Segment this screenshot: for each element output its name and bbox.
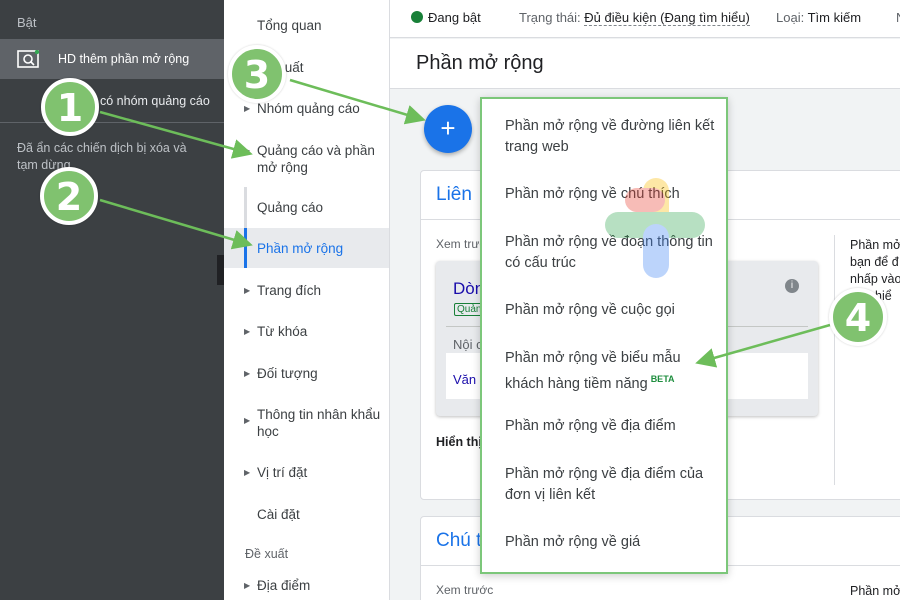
nav-item-label: Vị trí đặt	[257, 465, 308, 480]
nav-item-overview[interactable]: Tổng quan	[224, 17, 389, 37]
card-title: Liên	[436, 184, 472, 205]
type-value: Tìm kiếm	[807, 10, 862, 25]
nav-item-adgroups[interactable]: ▶ Nhóm quảng cáo	[224, 100, 389, 120]
caret-right-icon: ▶	[244, 581, 251, 590]
nav-item-extensions[interactable]: Phần mở rộng	[224, 228, 389, 268]
nav-active-bar	[244, 228, 247, 268]
preview-label: Xem trước	[436, 583, 494, 597]
card-title: Chú t	[436, 530, 482, 551]
menu-item-callout[interactable]: Phần mở rộng về chú thích	[505, 184, 720, 205]
nav-indent-bar	[244, 187, 247, 229]
campaign-item-label: HD thêm phần mở rộng	[58, 52, 190, 66]
menu-item-structured-snippet[interactable]: Phần mở rộng về đoạn thông tin có cấu tr…	[505, 232, 720, 274]
status-text: Trạng thái: Đủ điều kiện (Đang tìm hiểu)	[519, 10, 750, 26]
campaign-status-bar: Đang bật Trạng thái: Đủ điều kiện (Đang …	[390, 0, 900, 38]
nav-item-label: Cài đặt	[257, 507, 300, 522]
status-label: Trạng thái:	[519, 10, 581, 25]
step-callout-2: 2	[40, 167, 98, 225]
nav-item-label: Trang đích	[257, 283, 322, 298]
extension-type-menu: Phần mở rộng về đường liên kết trang web…	[480, 97, 728, 574]
campaign-sidebar: Bật HD thêm phần mở rộng có nhóm quảng c…	[0, 0, 224, 600]
step-callout-3: 3	[228, 45, 286, 103]
info-icon[interactable]: i	[785, 279, 799, 293]
caret-right-icon: ▶	[244, 104, 251, 113]
menu-item-price[interactable]: Phần mở rộng về giá	[505, 532, 720, 553]
page-title: Phần mở rộng	[416, 52, 544, 74]
hidden-campaigns-note: Đã ẩn các chiến dịch bị xóa và tạm dừng	[17, 141, 187, 172]
menu-item-label: Phần mở rộng về cuộc gọi	[505, 302, 675, 318]
adgroup-sub-item[interactable]: có nhóm quảng cáo	[100, 94, 210, 108]
section-label: Bật	[17, 15, 37, 30]
ad-description: Nội c	[453, 337, 483, 352]
add-extension-button[interactable]: +	[424, 105, 472, 153]
nav-item-label: Thông tin nhân khẩu học	[257, 407, 381, 439]
more-text: N	[896, 10, 900, 25]
search-campaign-icon	[17, 50, 39, 68]
sitelink-text[interactable]: Văn	[453, 372, 476, 387]
nav-item-placements[interactable]: ▶ Vị trí đặt	[224, 464, 389, 484]
type-label: Loại:	[776, 10, 805, 25]
menu-item-label: Phần mở rộng về đường liên kết trang web	[505, 118, 715, 155]
nav-item-label: Nhóm quảng cáo	[257, 101, 360, 116]
status-dot-icon	[411, 11, 423, 23]
nav-item-label: Đối tượng	[257, 366, 318, 381]
campaign-item-active[interactable]: HD thêm phần mở rộng	[0, 39, 224, 79]
menu-item-label: Phần mở rộng về giá	[505, 534, 641, 550]
menu-item-location[interactable]: Phần mở rộng về địa điểm	[505, 416, 720, 437]
menu-item-sitelink[interactable]: Phần mở rộng về đường liên kết trang web	[505, 116, 720, 158]
menu-item-lead-form[interactable]: Phần mở rộng về biểu mẫu khách hàng tiềm…	[505, 348, 720, 395]
status-enabled[interactable]: Đang bật	[428, 10, 481, 25]
plus-icon: +	[440, 113, 456, 143]
nav-item-ads-extensions[interactable]: ▶ Quảng cáo và phần mở rộng	[224, 142, 389, 178]
caret-right-icon: ▶	[244, 369, 251, 378]
caret-down-icon: ▶	[244, 146, 251, 155]
nav-item-keywords[interactable]: ▶ Từ khóa	[224, 323, 389, 343]
caret-right-icon: ▶	[244, 416, 251, 425]
nav-item-audiences[interactable]: ▶ Đối tượng	[224, 365, 389, 385]
nav-item-label: Quảng cáo	[257, 200, 324, 215]
nav-item-locations[interactable]: ▶ Địa điểm	[224, 577, 389, 597]
nav-item-demographics[interactable]: ▶ Thông tin nhân khẩu học	[224, 406, 389, 442]
menu-item-label: Phần mở rộng về biểu mẫu khách hàng tiềm…	[505, 350, 681, 392]
step-callout-4: 4	[829, 288, 887, 346]
nav-item-landing-pages[interactable]: ▶ Trang đích	[224, 282, 389, 302]
type-text: Loại: Tìm kiếm	[776, 10, 861, 25]
caret-right-icon: ▶	[244, 286, 251, 295]
menu-item-affiliate-location[interactable]: Phần mở rộng về địa điểm của đơn vị liên…	[505, 464, 720, 506]
menu-item-call[interactable]: Phần mở rộng về cuộc gọi	[505, 300, 720, 321]
nav-item-label: Phần mở rộng	[257, 241, 344, 256]
status-value[interactable]: Đủ điều kiện (Đang tìm hiểu)	[584, 10, 750, 26]
nav-section-label: Đề xuất	[245, 547, 289, 561]
menu-item-label: Phần mở rộng về chú thích	[505, 186, 680, 202]
beta-badge: BETA	[650, 374, 675, 384]
nav-item-label: Tổng quan	[257, 18, 322, 33]
step-callout-1: 1	[41, 78, 99, 136]
divider	[0, 122, 224, 123]
menu-item-label: Phần mở rộng về địa điểm của đơn vị liên…	[505, 466, 704, 503]
divider	[834, 235, 835, 485]
nav-item-ads[interactable]: Quảng cáo	[224, 187, 389, 229]
menu-item-label: Phần mở rộng về địa điểm	[505, 418, 676, 434]
menu-item-label: Phần mở rộng về đoạn thông tin có cấu tr…	[505, 234, 713, 271]
page-header: Phần mở rộng	[390, 39, 900, 89]
nav-item-settings[interactable]: Cài đặt	[224, 506, 389, 526]
caret-right-icon: ▶	[244, 327, 251, 336]
caret-right-icon: ▶	[244, 468, 251, 477]
nav-item-label: Từ khóa	[257, 324, 308, 339]
nav-item-label: Địa điểm	[257, 578, 311, 593]
nav-item-label: Quảng cáo và phần mở rộng	[257, 143, 375, 175]
card-help-text: Phần mở	[850, 584, 900, 598]
